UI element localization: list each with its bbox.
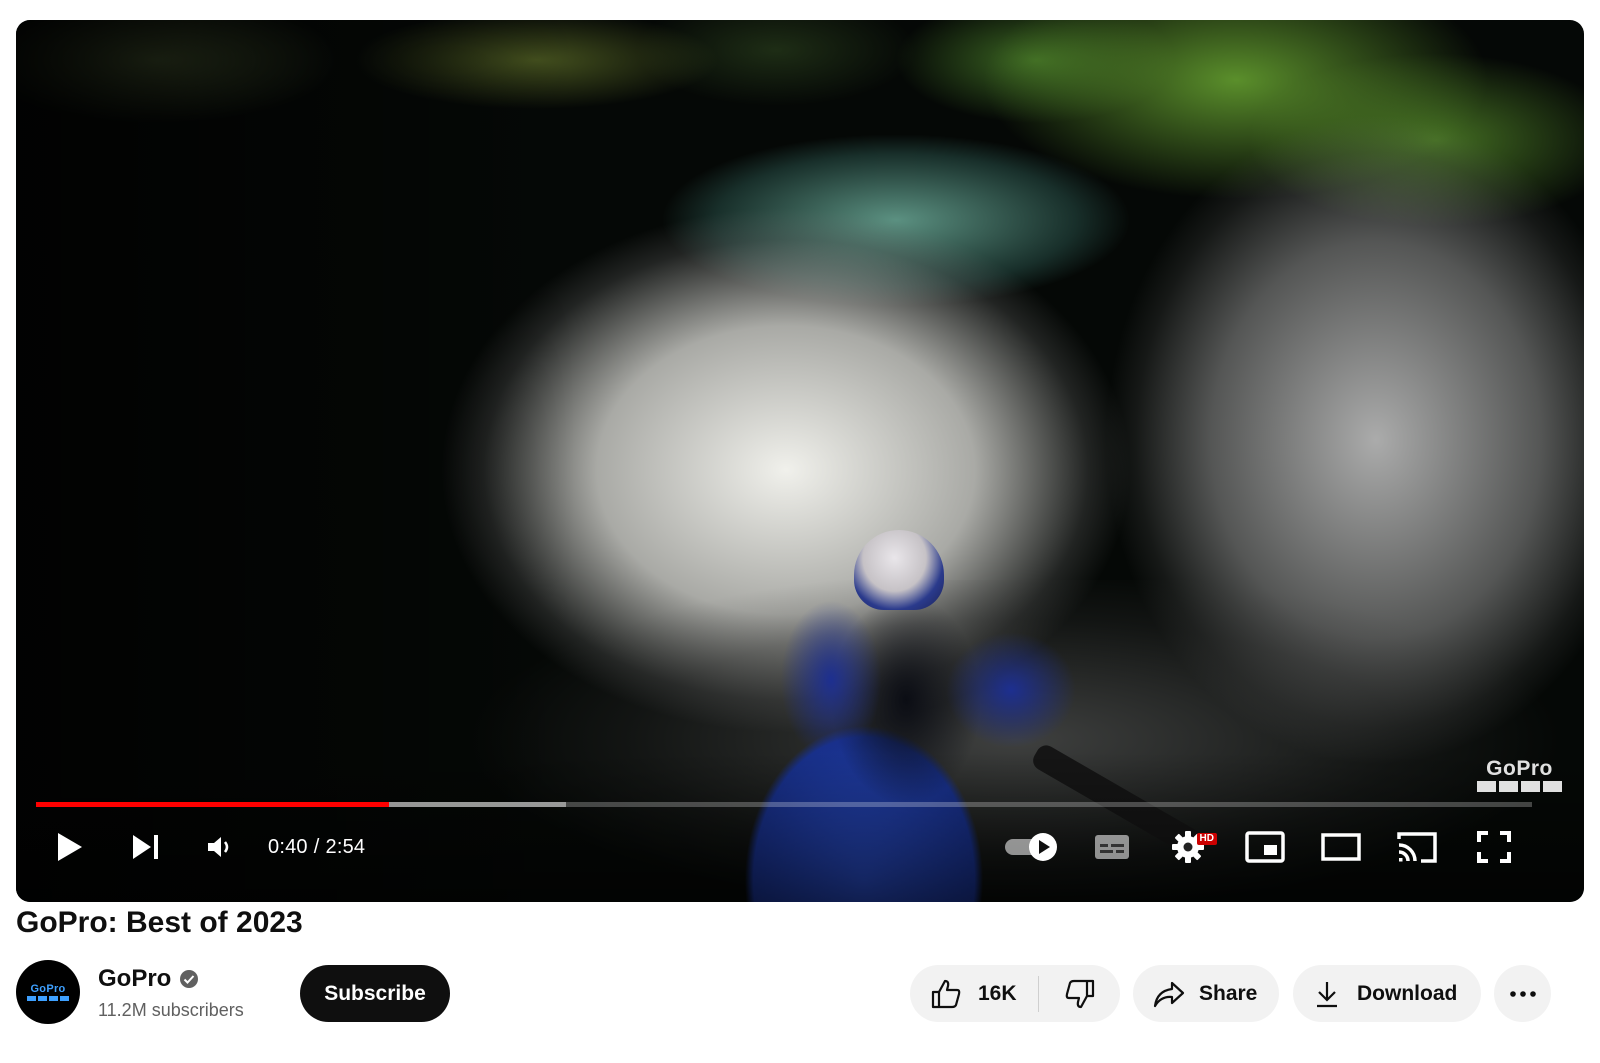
share-icon xyxy=(1153,981,1185,1007)
dislike-button[interactable] xyxy=(1039,965,1120,1022)
skip-next-icon xyxy=(133,835,158,859)
volume-button[interactable] xyxy=(202,820,238,874)
theater-mode-icon xyxy=(1321,833,1361,861)
like-dislike-group: 16K xyxy=(910,965,1120,1022)
duration: 2:54 xyxy=(325,835,366,858)
current-time: 0:40 xyxy=(268,835,308,858)
thumbs-down-icon xyxy=(1065,979,1094,1008)
fullscreen-button[interactable] xyxy=(1474,820,1514,874)
progress-played xyxy=(36,802,390,807)
channel-name-row: GoPro xyxy=(98,965,199,993)
subtitles-button[interactable] xyxy=(1090,820,1134,874)
subscribe-button[interactable]: Subscribe xyxy=(300,965,450,1022)
channel-avatar[interactable]: GoPro xyxy=(16,960,80,1024)
avatar-logo-blocks xyxy=(27,996,69,1001)
verified-check-icon xyxy=(180,970,199,988)
miniplayer-icon xyxy=(1245,831,1285,863)
play-button[interactable] xyxy=(50,820,90,874)
theater-mode-button[interactable] xyxy=(1320,820,1362,874)
channel-name[interactable]: GoPro xyxy=(98,965,171,993)
gopro-watermark-text: GoPro xyxy=(1486,757,1553,780)
video-player[interactable]: GoPro 0:40 / 2:54 HD xyxy=(16,20,1584,902)
hd-badge: HD xyxy=(1196,833,1217,845)
next-button[interactable] xyxy=(126,820,166,874)
video-title: GoPro: Best of 2023 xyxy=(16,906,303,939)
autoplay-toggle[interactable] xyxy=(1002,820,1062,874)
cast-icon xyxy=(1397,832,1437,863)
player-controls: 0:40 / 2:54 HD xyxy=(16,820,1584,874)
progress-bar[interactable] xyxy=(36,802,1532,807)
page: GoPro 0:40 / 2:54 HD GoPro: Best of 2023… xyxy=(0,0,1600,1063)
settings-button[interactable]: HD xyxy=(1168,820,1217,874)
more-actions-button[interactable] xyxy=(1494,965,1551,1022)
thumbs-up-icon xyxy=(931,979,961,1008)
video-helmet xyxy=(854,530,944,610)
like-button[interactable]: 16K xyxy=(910,965,1038,1022)
gopro-watermark: GoPro xyxy=(1477,758,1562,792)
cast-button[interactable] xyxy=(1396,820,1438,874)
settings-icon-wrap: HD xyxy=(1171,830,1217,864)
share-button[interactable]: Share xyxy=(1133,965,1279,1022)
download-label: Download xyxy=(1357,981,1458,1005)
fullscreen-icon xyxy=(1477,831,1511,863)
time-display: 0:40 / 2:54 xyxy=(268,820,365,874)
more-horizontal-icon xyxy=(1509,990,1536,997)
like-count: 16K xyxy=(978,981,1017,1005)
volume-icon xyxy=(208,837,229,857)
miniplayer-button[interactable] xyxy=(1244,820,1286,874)
autoplay-toggle-icon xyxy=(1005,833,1057,861)
subtitles-icon xyxy=(1095,835,1129,859)
subscriber-count: 11.2M subscribers xyxy=(98,1000,244,1020)
share-label: Share xyxy=(1199,981,1258,1005)
video-frame[interactable] xyxy=(16,20,1584,902)
download-icon xyxy=(1317,981,1337,1007)
time-separator: / xyxy=(313,835,320,858)
gopro-watermark-blocks xyxy=(1477,781,1562,792)
play-icon xyxy=(58,833,82,861)
download-button[interactable]: Download xyxy=(1293,965,1481,1022)
avatar-logo-text: GoPro xyxy=(30,983,66,995)
